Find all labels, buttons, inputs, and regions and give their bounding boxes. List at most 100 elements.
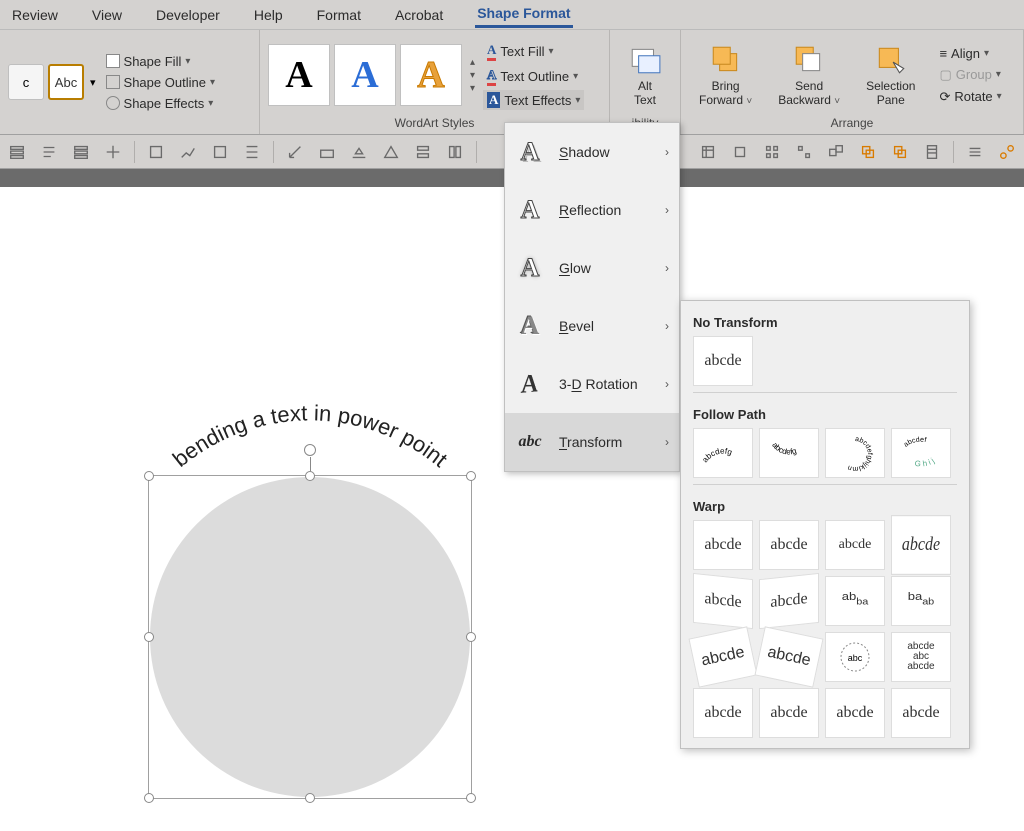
chevron-right-icon: › bbox=[665, 377, 669, 391]
warp-option[interactable]: abcde bbox=[891, 515, 951, 575]
qat-icon[interactable] bbox=[145, 141, 167, 163]
resize-handle[interactable] bbox=[305, 793, 315, 803]
transform-none[interactable]: abcde bbox=[693, 336, 753, 386]
qat-icon[interactable] bbox=[921, 141, 943, 163]
transform-icon: abc bbox=[515, 427, 545, 457]
arrange-more: ≡Align ▾ ▢Group ▾ ⟳Rotate ▾ bbox=[935, 44, 1005, 107]
tab-shape-format[interactable]: Shape Format bbox=[475, 1, 572, 28]
follow-path-circle[interactable]: abcdefghijklmn bbox=[825, 428, 885, 478]
resize-handle[interactable] bbox=[466, 632, 476, 642]
qat-icon[interactable] bbox=[444, 141, 466, 163]
warp-option[interactable]: abcde bbox=[759, 520, 819, 570]
fill-icon bbox=[106, 54, 120, 68]
qat-icon[interactable] bbox=[102, 141, 124, 163]
qat-icon[interactable] bbox=[857, 141, 879, 163]
menu-shadow[interactable]: A Shadow › bbox=[505, 123, 679, 181]
text-outline-button[interactable]: AText Outline ▾ bbox=[483, 65, 584, 88]
qat-icon[interactable] bbox=[412, 141, 434, 163]
tab-format[interactable]: Format bbox=[315, 3, 363, 27]
resize-handle[interactable] bbox=[144, 793, 154, 803]
tab-review[interactable]: Review bbox=[10, 3, 60, 27]
wordart-gallery[interactable]: A A A bbox=[268, 44, 462, 106]
rotate-handle[interactable] bbox=[304, 444, 316, 456]
text-effects-button[interactable]: AText Effects ▾ bbox=[483, 90, 584, 110]
gallery-down-icon[interactable]: ▾ bbox=[470, 70, 475, 81]
selection-pane-icon bbox=[874, 43, 908, 77]
shape-style-thumb-selected[interactable]: Abc bbox=[48, 64, 84, 100]
warp-option[interactable]: abcde bbox=[693, 688, 753, 738]
gallery-more-icon[interactable]: ▾ bbox=[470, 83, 475, 94]
wordart-style-3[interactable]: A bbox=[400, 44, 462, 106]
qat-icon[interactable] bbox=[284, 141, 306, 163]
wordart-style-1[interactable]: A bbox=[268, 44, 330, 106]
qat-icon[interactable] bbox=[70, 141, 92, 163]
align-button[interactable]: ≡Align ▾ bbox=[935, 44, 1005, 63]
warp-option[interactable]: abcde bbox=[759, 573, 819, 629]
resize-handle[interactable] bbox=[305, 471, 315, 481]
selection-box[interactable] bbox=[148, 475, 472, 799]
follow-path-arch-up[interactable]: abcdefg bbox=[693, 428, 753, 478]
selection-pane-button[interactable]: SelectionPane bbox=[856, 39, 925, 111]
tab-help[interactable]: Help bbox=[252, 3, 285, 27]
qat-icon[interactable] bbox=[729, 141, 751, 163]
warp-option[interactable]: abcde bbox=[759, 688, 819, 738]
warp-option[interactable]: abcde bbox=[693, 573, 753, 629]
group-button[interactable]: ▢Group ▾ bbox=[935, 65, 1005, 85]
qat-icon[interactable] bbox=[348, 141, 370, 163]
text-effects-icon: A bbox=[487, 92, 500, 108]
qat-icon[interactable] bbox=[697, 141, 719, 163]
warp-option[interactable]: abcde bbox=[754, 626, 823, 687]
qat-icon[interactable] bbox=[761, 141, 783, 163]
warp-option[interactable]: abcde bbox=[825, 520, 885, 570]
tab-acrobat[interactable]: Acrobat bbox=[393, 3, 445, 27]
qat-icon[interactable] bbox=[38, 141, 60, 163]
menu-tabs: Review View Developer Help Format Acroba… bbox=[0, 0, 1024, 30]
warp-option[interactable]: abcdeabcabcde bbox=[891, 632, 951, 682]
warp-option[interactable]: abcde bbox=[688, 626, 757, 687]
tab-view[interactable]: View bbox=[90, 3, 124, 27]
follow-path-button[interactable]: abcdefG h i j bbox=[891, 428, 951, 478]
qat-icon[interactable] bbox=[6, 141, 28, 163]
menu-transform[interactable]: abc Transform › bbox=[505, 413, 679, 471]
warp-option[interactable]: abcde bbox=[693, 520, 753, 570]
shape-effects-button[interactable]: Shape Effects ▾ bbox=[102, 94, 219, 113]
qat-icon[interactable] bbox=[241, 141, 263, 163]
menu-3d-rotation[interactable]: A 3-D Rotation › bbox=[505, 355, 679, 413]
qat-icon[interactable] bbox=[316, 141, 338, 163]
resize-handle[interactable] bbox=[466, 471, 476, 481]
qat-icon[interactable] bbox=[996, 141, 1018, 163]
resize-handle[interactable] bbox=[144, 471, 154, 481]
warp-option[interactable]: abcde bbox=[891, 688, 951, 738]
send-backward-button[interactable]: SendBackward ˅ bbox=[768, 39, 850, 111]
qat-icon[interactable] bbox=[177, 141, 199, 163]
menu-reflection[interactable]: A Reflection › bbox=[505, 181, 679, 239]
qat-icon[interactable] bbox=[380, 141, 402, 163]
chevron-right-icon: › bbox=[665, 203, 669, 217]
shape-outline-button[interactable]: Shape Outline ▾ bbox=[102, 73, 219, 92]
alt-text-button[interactable]: AltText bbox=[618, 39, 672, 111]
follow-path-arch-down[interactable]: abcdefg bbox=[759, 428, 819, 478]
resize-handle[interactable] bbox=[144, 632, 154, 642]
qat-icon[interactable] bbox=[793, 141, 815, 163]
rotate-button[interactable]: ⟳Rotate ▾ bbox=[935, 87, 1005, 107]
gallery-up-icon[interactable]: ▴ bbox=[470, 57, 475, 68]
menu-glow[interactable]: A Glow › bbox=[505, 239, 679, 297]
wordart-style-2[interactable]: A bbox=[334, 44, 396, 106]
qat-icon[interactable] bbox=[964, 141, 986, 163]
svg-text:abcdefg: abcdefg bbox=[700, 446, 733, 464]
resize-handle[interactable] bbox=[466, 793, 476, 803]
bring-forward-button[interactable]: BringForward ˅ bbox=[689, 39, 762, 111]
warp-option[interactable]: abcde bbox=[825, 688, 885, 738]
text-fill-button[interactable]: AText Fill ▾ bbox=[483, 40, 584, 63]
menu-bevel[interactable]: A Bevel › bbox=[505, 297, 679, 355]
shape-style-thumb[interactable]: c bbox=[8, 64, 44, 100]
chevron-right-icon: › bbox=[665, 319, 669, 333]
warp-option[interactable]: ᵇᵃᵃᵇ bbox=[891, 576, 951, 626]
tab-developer[interactable]: Developer bbox=[154, 3, 222, 27]
shape-fill-button[interactable]: Shape Fill ▾ bbox=[102, 52, 219, 71]
qat-icon[interactable] bbox=[889, 141, 911, 163]
qat-icon[interactable] bbox=[825, 141, 847, 163]
warp-option[interactable]: ᵃᵇᵇᵃ bbox=[825, 576, 885, 626]
qat-icon[interactable] bbox=[209, 141, 231, 163]
warp-option[interactable]: abc bbox=[825, 632, 885, 682]
